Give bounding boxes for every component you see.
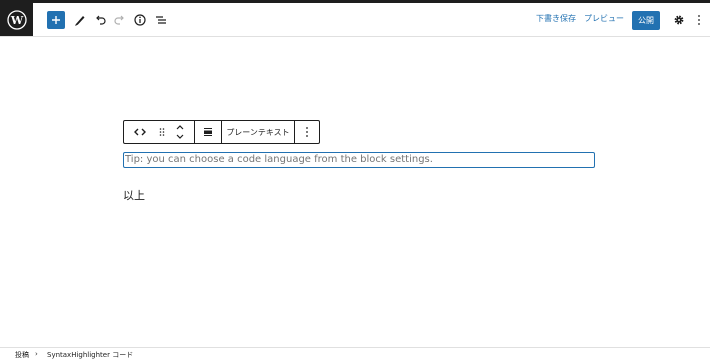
editor-header: W 下書き保存 プレビュー 公開: [0, 3, 710, 37]
align-icon: [204, 128, 212, 136]
pencil-icon: [75, 16, 85, 26]
settings-button[interactable]: [669, 10, 689, 30]
block-options-button[interactable]: [295, 121, 319, 143]
block-toolbar: プレーンテキスト: [123, 120, 320, 144]
code-icon: [134, 128, 146, 136]
block-type-button[interactable]: [124, 121, 156, 143]
redo-button[interactable]: [110, 10, 130, 30]
more-vertical-icon: [306, 127, 308, 137]
chevron-up-down-icon: [176, 125, 184, 139]
wordpress-logo-icon[interactable]: W: [0, 3, 33, 36]
breadcrumb-separator: ›: [35, 350, 38, 358]
list-view-button[interactable]: [151, 10, 171, 30]
redo-icon: [114, 15, 124, 25]
language-select[interactable]: プレーンテキスト: [222, 121, 294, 143]
more-vertical-icon: [698, 15, 700, 25]
svg-text:W: W: [9, 14, 23, 27]
options-button[interactable]: [689, 10, 709, 30]
gear-icon: [674, 15, 684, 25]
breadcrumb-item-block[interactable]: SyntaxHighlighter コード: [47, 350, 133, 360]
code-block-input[interactable]: Tip: you can choose a code language from…: [123, 152, 595, 168]
preview-button[interactable]: プレビュー: [584, 13, 624, 25]
language-label: プレーンテキスト: [226, 127, 290, 137]
drag-handle[interactable]: [156, 121, 168, 143]
publish-button[interactable]: 公開: [632, 11, 660, 30]
paragraph-block[interactable]: 以上: [123, 187, 145, 203]
move-block-buttons[interactable]: [168, 121, 192, 143]
info-icon: [134, 14, 146, 26]
undo-icon: [96, 15, 106, 25]
plus-icon: [52, 16, 60, 24]
undo-button[interactable]: [90, 10, 110, 30]
list-view-icon: [156, 16, 166, 24]
drag-handle-icon: [159, 128, 165, 136]
breadcrumb: 投稿 › SyntaxHighlighter コード: [0, 347, 710, 361]
details-button[interactable]: [130, 10, 150, 30]
breadcrumb-item-post[interactable]: 投稿: [15, 350, 29, 360]
align-button[interactable]: [195, 121, 221, 143]
tools-button[interactable]: [70, 10, 90, 30]
add-block-button[interactable]: [47, 11, 65, 29]
save-draft-button[interactable]: 下書き保存: [536, 13, 576, 25]
